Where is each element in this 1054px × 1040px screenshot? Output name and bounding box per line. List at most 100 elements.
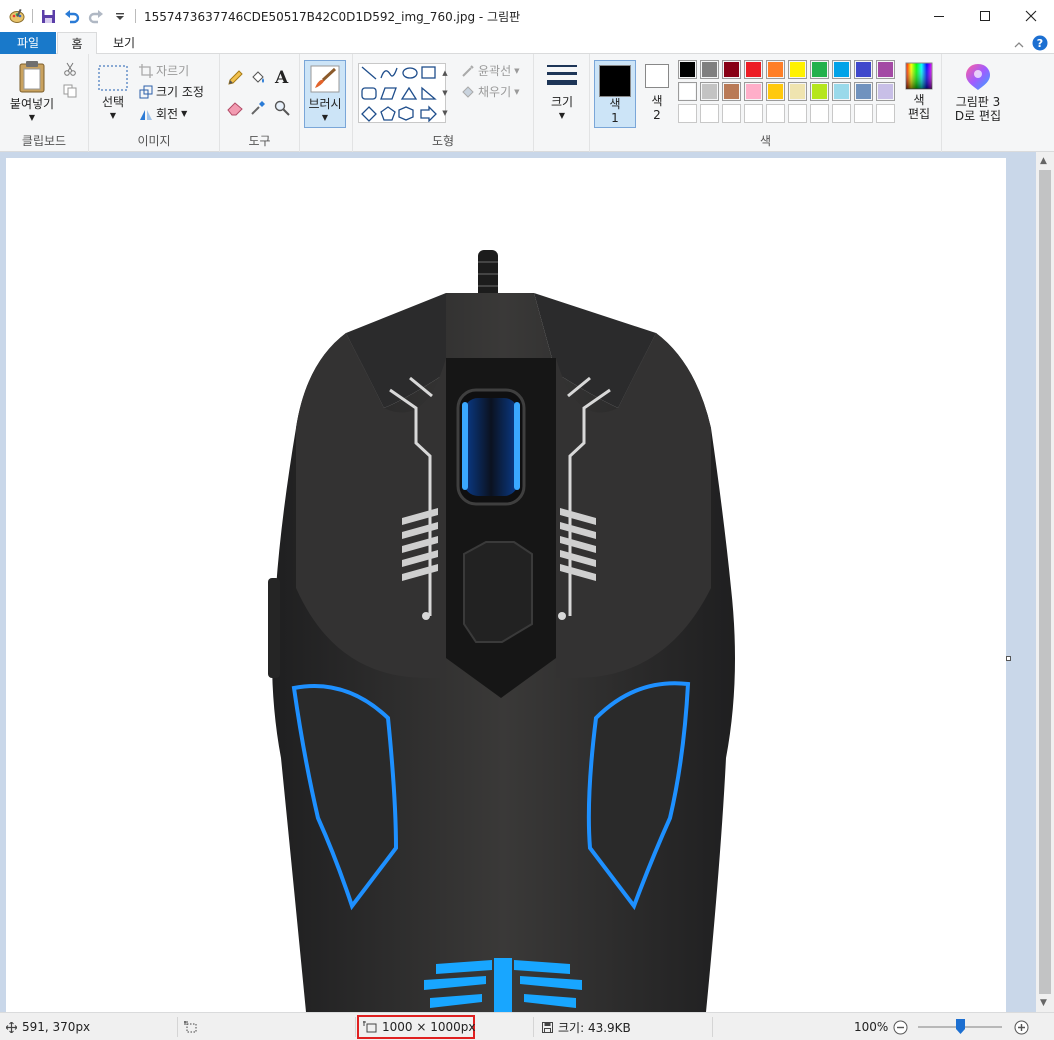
palette-swatch[interactable] xyxy=(876,82,895,101)
eraser-icon[interactable] xyxy=(227,100,243,116)
palette-swatch[interactable] xyxy=(854,82,873,101)
custom-color-slot[interactable] xyxy=(722,104,741,123)
edit-colors-button[interactable]: 색 편집 xyxy=(902,62,936,121)
palette-swatch[interactable] xyxy=(722,82,741,101)
palette-swatch[interactable] xyxy=(766,82,785,101)
color2-number: 2 xyxy=(653,108,661,122)
custom-color-slot[interactable] xyxy=(788,104,807,123)
palette-swatch[interactable] xyxy=(744,82,763,101)
disk-icon xyxy=(542,1021,553,1033)
crop-label: 자르기 xyxy=(156,64,190,78)
tab-home[interactable]: 홈 xyxy=(57,32,97,55)
close-button[interactable] xyxy=(1008,0,1054,32)
minimize-button[interactable] xyxy=(916,0,962,32)
pencil-icon[interactable] xyxy=(227,70,243,86)
copy-icon[interactable] xyxy=(63,84,77,98)
palette-swatch[interactable] xyxy=(788,82,807,101)
resize-button[interactable]: 크기 조정 xyxy=(139,83,204,100)
shapes-gallery-icon xyxy=(361,66,437,123)
scroll-up-icon[interactable]: ▲ xyxy=(1040,156,1047,166)
palette-swatch[interactable] xyxy=(722,60,741,79)
undo-icon[interactable] xyxy=(63,7,81,25)
resize-handle-right[interactable] xyxy=(1006,656,1011,661)
fill-bucket-icon[interactable] xyxy=(250,70,266,86)
gaming-mouse-image xyxy=(268,250,735,1012)
custom-color-slot[interactable] xyxy=(876,104,895,123)
minimize-icon xyxy=(934,16,944,17)
drawing-canvas[interactable] xyxy=(6,158,1006,1012)
palette-swatch[interactable] xyxy=(766,60,785,79)
image-group-label: 이미지 xyxy=(137,134,171,148)
palette-swatch[interactable] xyxy=(678,60,697,79)
brushes-button[interactable]: 브러시 ▼ xyxy=(304,60,346,128)
custom-color-slot[interactable] xyxy=(854,104,873,123)
customize-toolbar-icon[interactable] xyxy=(111,7,129,25)
redo-icon[interactable] xyxy=(87,7,105,25)
scroll-down-icon[interactable]: ▼ xyxy=(1040,998,1047,1008)
magnifier-icon[interactable] xyxy=(274,100,290,116)
color-picker-icon[interactable] xyxy=(250,100,266,116)
custom-color-slot[interactable] xyxy=(810,104,829,123)
paint3d-label-2: D로 편집 xyxy=(954,109,1002,123)
tools-group-label: 도구 xyxy=(248,134,271,148)
tab-view[interactable]: 보기 xyxy=(100,32,148,54)
canvas-workspace[interactable] xyxy=(0,152,1036,1012)
save-icon[interactable] xyxy=(39,7,57,25)
paint-app-icon[interactable] xyxy=(8,7,26,25)
palette-swatch[interactable] xyxy=(832,60,851,79)
size-group: 크기 ▼ xyxy=(534,54,590,152)
paint3d-label-1: 그림판 3 xyxy=(955,95,1001,109)
custom-color-slot[interactable] xyxy=(744,104,763,123)
scroll-down-icon[interactable]: ▼ xyxy=(442,89,447,97)
crop-button[interactable]: 자르기 xyxy=(139,62,189,79)
outline-button[interactable]: 윤곽선 ▼ xyxy=(461,62,520,79)
custom-color-slot[interactable] xyxy=(766,104,785,123)
custom-color-slot[interactable] xyxy=(678,104,697,123)
zoom-out-icon[interactable] xyxy=(893,1020,908,1035)
line-size-icon xyxy=(547,65,577,85)
edit-colors-label-2: 편집 xyxy=(907,107,931,121)
brushes-group: 브러시 ▼ xyxy=(300,54,353,152)
palette-swatch[interactable] xyxy=(876,60,895,79)
color2-button[interactable]: 색 2 xyxy=(640,64,674,122)
rotate-button[interactable]: 회전 ▼ xyxy=(139,105,187,122)
shapes-gallery[interactable] xyxy=(358,63,446,123)
palette-swatch[interactable] xyxy=(810,82,829,101)
scroll-up-icon[interactable]: ▲ xyxy=(442,69,447,77)
fill-button[interactable]: 채우기 ▼ xyxy=(461,83,520,100)
maximize-icon xyxy=(980,11,990,21)
text-tool-icon[interactable]: A xyxy=(275,68,288,88)
maximize-button[interactable] xyxy=(962,0,1008,32)
fill-icon xyxy=(462,85,474,98)
edit-with-paint3d-button[interactable]: 그림판 3 D로 편집 xyxy=(948,62,1008,123)
cut-icon[interactable] xyxy=(63,62,77,76)
palette-swatch[interactable] xyxy=(678,82,697,101)
palette-swatch[interactable] xyxy=(700,82,719,101)
palette-swatch[interactable] xyxy=(854,60,873,79)
expand-gallery-icon[interactable]: ▼ xyxy=(442,109,447,117)
color1-button[interactable]: 색 1 xyxy=(594,60,636,128)
toolbar-separator xyxy=(32,9,33,23)
color-spectrum-icon xyxy=(905,62,933,90)
help-icon[interactable]: ? xyxy=(1032,35,1048,54)
brush-icon xyxy=(310,65,340,93)
brushes-label: 브러시 xyxy=(308,97,342,111)
zoom-in-button[interactable] xyxy=(1014,1013,1029,1040)
size-button[interactable]: 크기 ▼ xyxy=(542,62,582,123)
collapse-ribbon-icon[interactable] xyxy=(1014,38,1024,52)
palette-swatch[interactable] xyxy=(788,60,807,79)
fill-label: 채우기 xyxy=(478,85,512,99)
select-button[interactable]: 선택 ▼ xyxy=(95,64,131,123)
palette-swatch[interactable] xyxy=(700,60,719,79)
palette-swatch[interactable] xyxy=(832,82,851,101)
scrollbar-thumb[interactable] xyxy=(1039,170,1051,994)
vertical-scrollbar[interactable]: ▲ ▼ xyxy=(1036,152,1054,1012)
shapes-scroll[interactable]: ▲ ▼ ▼ xyxy=(439,63,451,123)
custom-color-slot[interactable] xyxy=(832,104,851,123)
palette-swatch[interactable] xyxy=(744,60,763,79)
zoom-slider-thumb[interactable] xyxy=(956,1019,965,1034)
palette-swatch[interactable] xyxy=(810,60,829,79)
paste-button[interactable]: 붙여넣기 ▼ xyxy=(4,60,60,125)
custom-color-slot[interactable] xyxy=(700,104,719,123)
tab-file[interactable]: 파일 xyxy=(0,32,56,54)
